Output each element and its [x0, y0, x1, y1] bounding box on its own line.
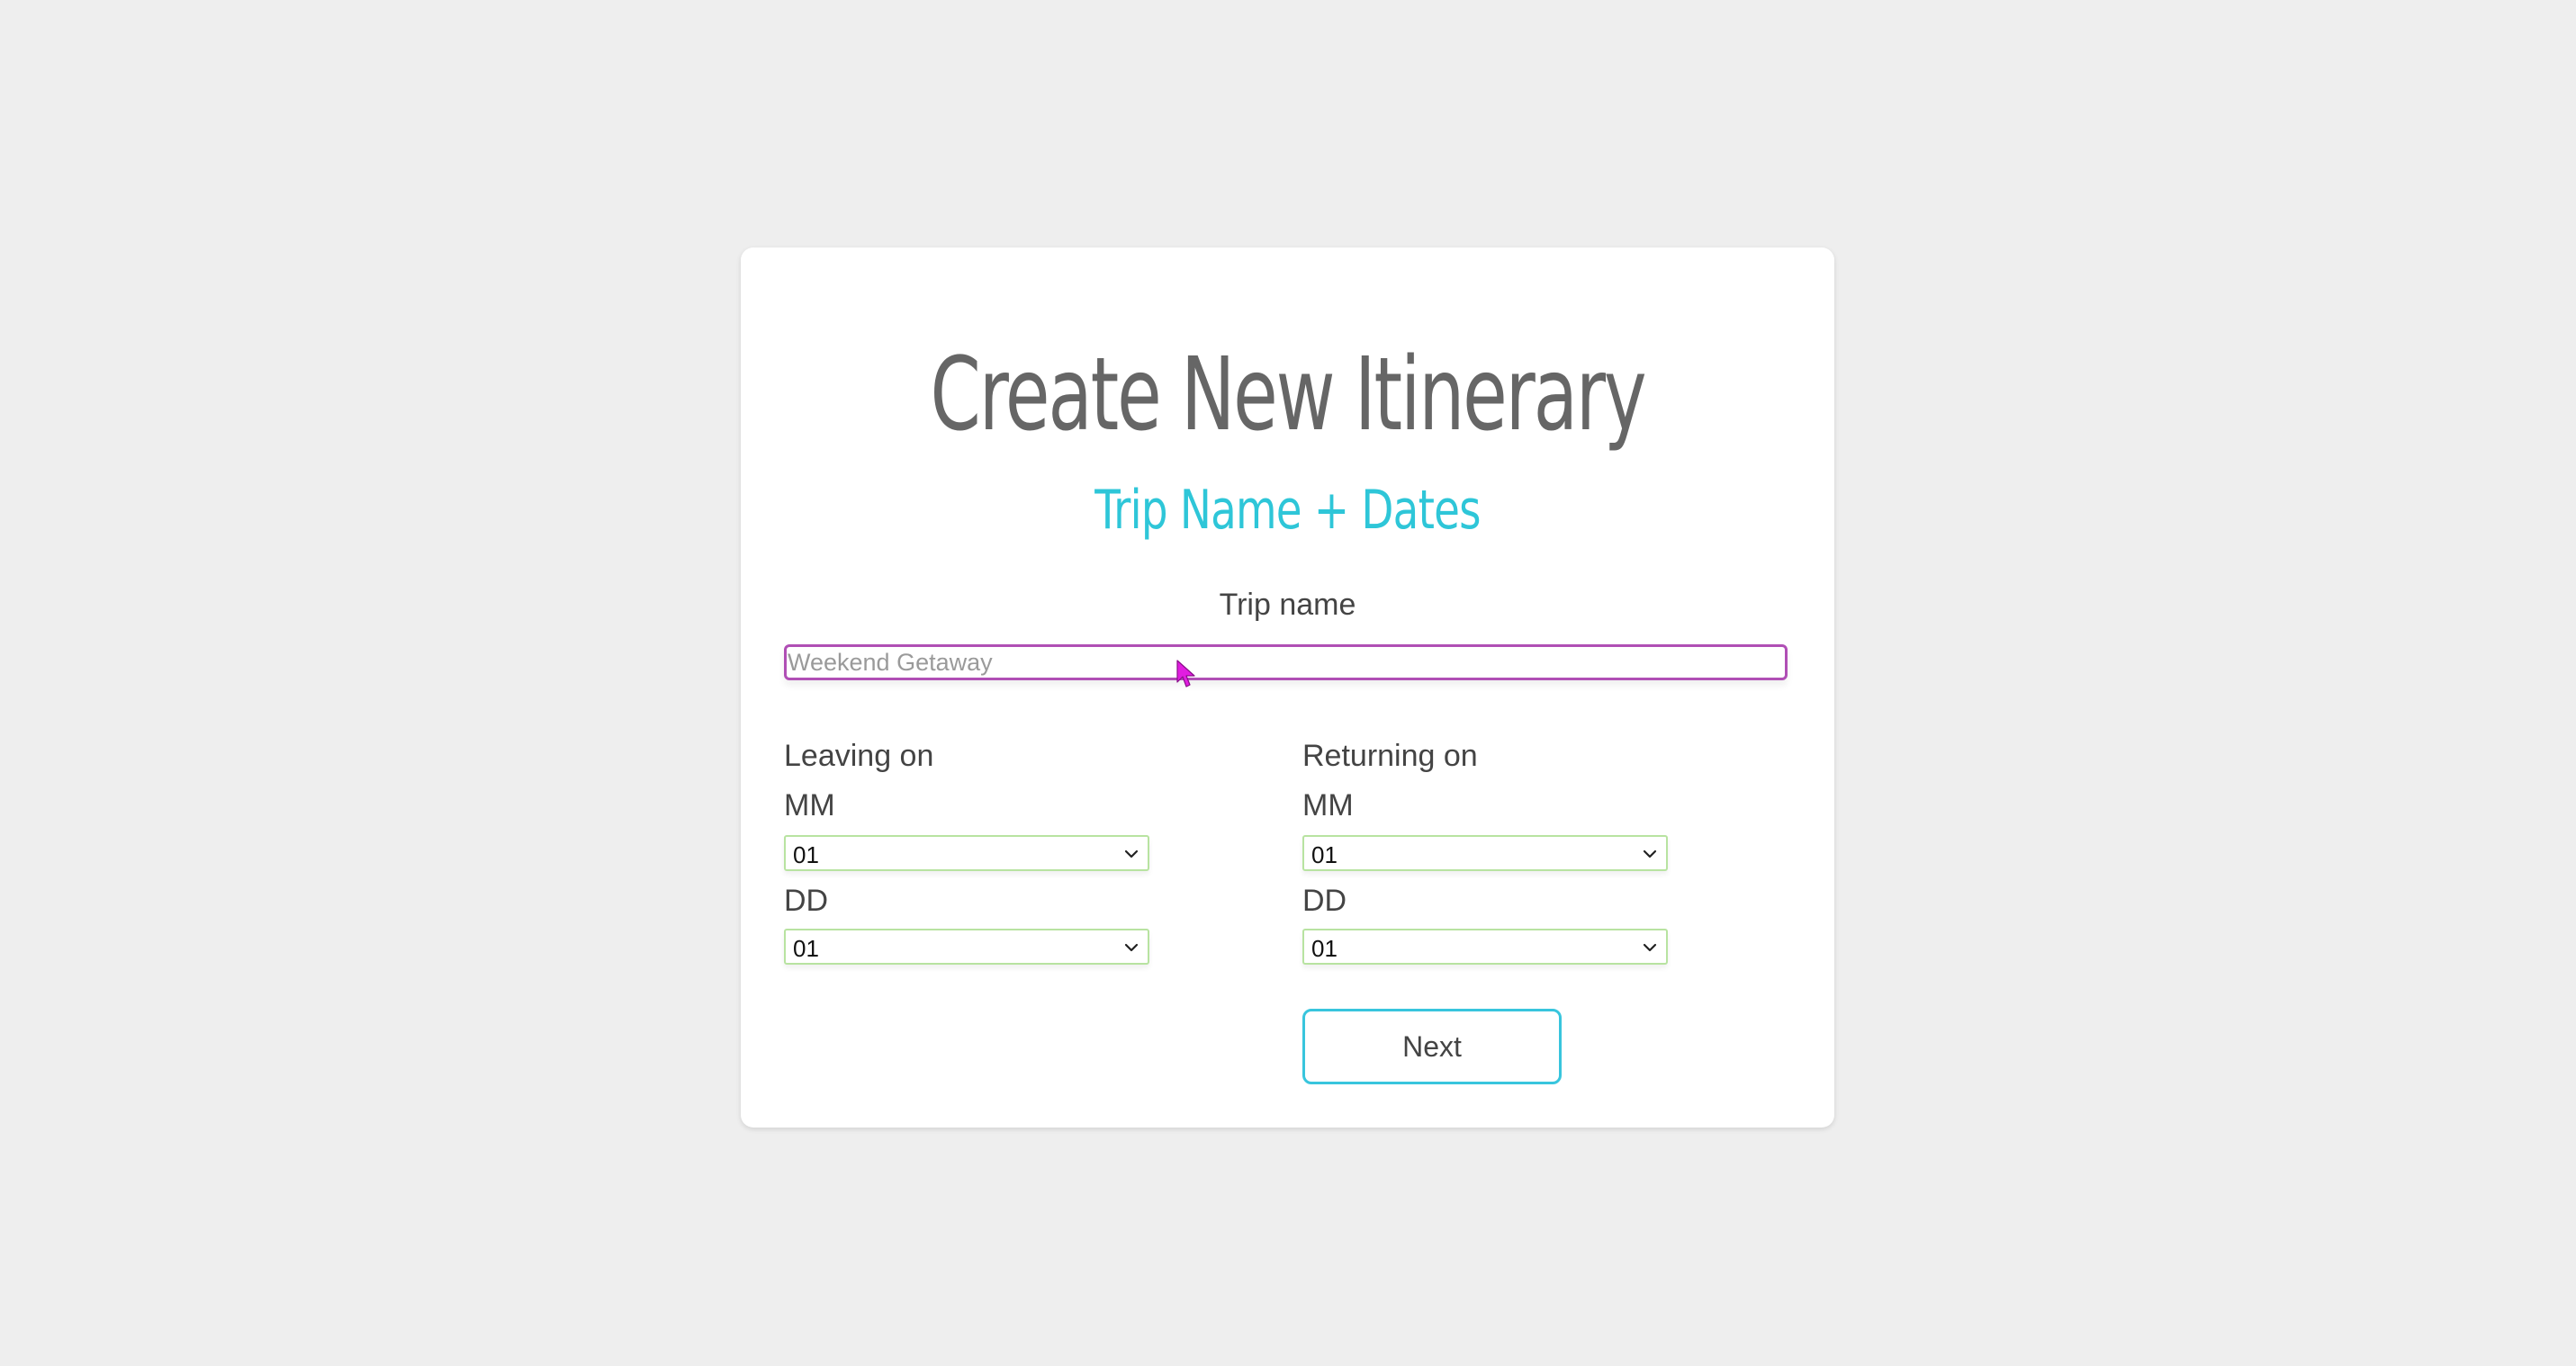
leaving-month-label: MM: [784, 788, 835, 822]
returning-day-select[interactable]: 01: [1302, 929, 1668, 965]
next-button[interactable]: Next: [1302, 1009, 1562, 1084]
chevron-down-icon: [1124, 849, 1139, 858]
chevron-down-icon: [1643, 943, 1657, 952]
leaving-month-select[interactable]: 01: [784, 835, 1149, 871]
leaving-day-label: DD: [784, 884, 829, 918]
trip-name-input[interactable]: [784, 644, 1788, 680]
mouse-cursor-icon: [1176, 660, 1195, 687]
leaving-on-heading: Leaving on: [784, 739, 934, 773]
leaving-month-value: 01: [793, 841, 819, 868]
page-title: Create New Itinerary: [930, 337, 1647, 454]
chevron-down-icon: [1124, 943, 1139, 952]
returning-on-heading: Returning on: [1302, 739, 1478, 773]
returning-month-value: 01: [1311, 841, 1338, 868]
leaving-day-value: 01: [793, 935, 819, 962]
page-subtitle: Trip Name + Dates: [1094, 479, 1481, 542]
returning-day-label: DD: [1302, 884, 1347, 918]
leaving-day-select[interactable]: 01: [784, 929, 1149, 965]
chevron-down-icon: [1643, 849, 1657, 858]
returning-month-select[interactable]: 01: [1302, 835, 1668, 871]
trip-name-label: Trip name: [1219, 588, 1356, 622]
returning-day-value: 01: [1311, 935, 1338, 962]
returning-month-label: MM: [1302, 788, 1354, 822]
itinerary-form-card: Create New Itinerary Trip Name + Dates T…: [741, 247, 1834, 1128]
